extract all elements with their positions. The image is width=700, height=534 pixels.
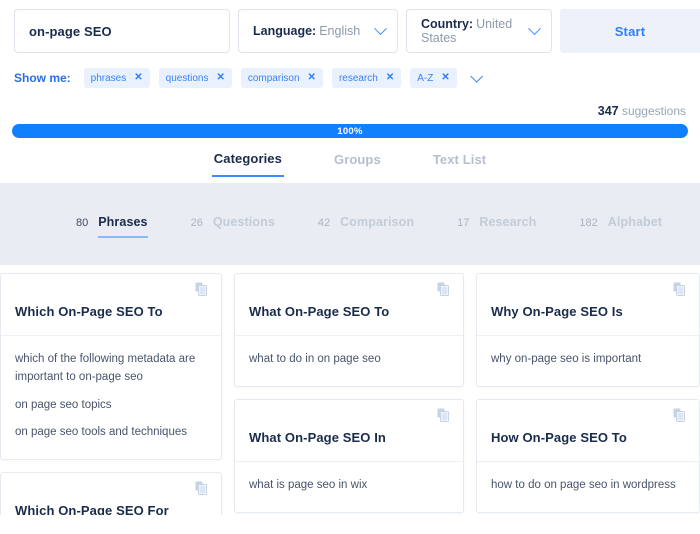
category-label: Phrases — [98, 214, 148, 229]
start-button[interactable]: Start — [560, 9, 700, 53]
country-label: Country: — [421, 17, 474, 31]
suggestion-phrase[interactable]: on page seo tools and techniques — [15, 419, 207, 447]
suggestion-card[interactable]: How On-Page SEO To how to do on page seo… — [476, 398, 700, 513]
suggestion-card-header: Which On-Page SEO For — [1, 473, 221, 515]
suggestion-card-title: Which On-Page SEO For — [15, 503, 169, 515]
results-column-1: Which On-Page SEO To which of the follow… — [0, 273, 222, 515]
suggestion-card[interactable]: What On-Page SEO To what to do in on pag… — [234, 273, 464, 387]
filter-tag-a-z[interactable]: A-Z ✕ — [410, 68, 457, 88]
suggestion-phrase[interactable]: how to do on page seo in wordpress — [491, 472, 685, 500]
suggestion-phrase[interactable]: on page seo topics — [15, 392, 207, 420]
suggestions-count: 347 suggestions — [0, 94, 700, 124]
category-label: Alphabet — [607, 214, 663, 229]
copy-icon[interactable] — [437, 282, 451, 296]
language-select-text: Language: English — [253, 24, 360, 38]
copy-icon[interactable] — [673, 282, 687, 296]
filter-tag-label: A-Z — [417, 72, 434, 84]
suggestion-card-header: Which On-Page SEO To — [1, 274, 221, 336]
suggestion-phrase[interactable]: which of the following metadata are impo… — [15, 346, 207, 392]
show-me-label: Show me: — [14, 71, 71, 85]
filter-row: Show me: phrases ✕ questions ✕ compariso… — [0, 62, 700, 94]
chevron-down-icon[interactable] — [469, 69, 483, 83]
suggestion-card-title: Why On-Page SEO Is — [491, 304, 623, 319]
category-count: 80 — [76, 216, 89, 229]
category-count: 182 — [579, 216, 598, 229]
view-tabs: Categories Groups Text List — [0, 138, 700, 183]
category-tabs: 80 Phrases 26 Questions 42 Comparison 17… — [0, 183, 700, 265]
suggestion-card-header: What On-Page SEO To — [235, 274, 463, 336]
suggestion-card[interactable]: Why On-Page SEO Is why on-page seo is im… — [476, 273, 700, 387]
language-value: English — [319, 24, 361, 38]
copy-icon[interactable] — [195, 282, 209, 296]
suggestion-card-body: which of the following metadata are impo… — [1, 336, 221, 459]
copy-icon[interactable] — [195, 481, 209, 496]
suggestion-card-title: What On-Page SEO To — [249, 304, 390, 319]
progress-bar-wrap: 100% — [0, 124, 700, 138]
chevron-down-icon — [374, 21, 387, 35]
suggestion-card-header: What On-Page SEO In — [235, 400, 463, 462]
language-label: Language: — [253, 24, 317, 38]
filter-tag-phrases[interactable]: phrases ✕ — [83, 68, 150, 88]
category-count: 26 — [190, 216, 203, 229]
filter-tag-research[interactable]: research ✕ — [331, 68, 402, 88]
filter-tag-label: questions — [165, 72, 209, 84]
category-count: 42 — [317, 216, 331, 229]
progress-bar: 100% — [12, 124, 688, 138]
filter-tag-label: research — [338, 72, 378, 84]
suggestion-phrase[interactable]: what is page seo in wix — [249, 472, 449, 500]
suggestion-card-title: What On-Page SEO In — [249, 429, 386, 445]
tab-categories[interactable]: Categories — [211, 145, 284, 177]
suggestions-count-label: suggestions — [621, 104, 686, 118]
suggestion-phrase[interactable]: why on-page seo is important — [491, 346, 685, 374]
suggestion-card-header: Why On-Page SEO Is — [477, 274, 699, 336]
category-label: Comparison — [340, 214, 415, 229]
close-icon[interactable]: ✕ — [216, 73, 224, 83]
progress-bar-label: 100% — [337, 125, 363, 137]
suggestion-card-body: what to do in on page seo — [235, 336, 463, 386]
country-select-text: Country: United States — [421, 17, 518, 45]
copy-icon[interactable] — [673, 408, 687, 422]
language-select[interactable]: Language: English — [238, 9, 398, 53]
category-label: Questions — [212, 214, 275, 229]
suggestion-card-title: How On-Page SEO To — [491, 429, 627, 445]
suggestion-phrase[interactable]: what to do in on page seo — [249, 346, 449, 374]
suggestion-card[interactable]: What On-Page SEO In what is page seo in … — [234, 398, 464, 513]
suggestion-card[interactable]: Which On-Page SEO To which of the follow… — [0, 273, 222, 461]
suggestion-card-title: Which On-Page SEO To — [15, 304, 163, 319]
results-grid: Which On-Page SEO To which of the follow… — [0, 265, 700, 515]
suggestions-count-value: 347 — [597, 104, 619, 118]
suggestion-card[interactable]: Which On-Page SEO For — [0, 472, 222, 515]
tab-groups[interactable]: Groups — [332, 146, 383, 176]
results-column-2: What On-Page SEO To what to do in on pag… — [234, 273, 464, 513]
category-count: 17 — [457, 216, 470, 229]
filter-tag-questions[interactable]: questions ✕ — [158, 68, 232, 88]
filter-tag-label: phrases — [90, 72, 127, 84]
close-icon[interactable]: ✕ — [134, 73, 142, 83]
category-label: Research — [479, 214, 537, 229]
chevron-down-icon — [528, 21, 541, 35]
results-column-3: Why On-Page SEO Is why on-page seo is im… — [476, 273, 700, 513]
close-icon[interactable]: ✕ — [441, 73, 449, 83]
category-tab-alphabet[interactable]: 182 Alphabet — [579, 215, 662, 234]
close-icon[interactable]: ✕ — [308, 73, 316, 83]
suggestion-card-header: How On-Page SEO To — [477, 400, 699, 462]
search-bar: on-page SEO Language: English Country: Uni… — [0, 0, 700, 62]
tab-text-list[interactable]: Text List — [431, 146, 488, 176]
filter-tag-label: comparison — [247, 72, 300, 84]
category-tab-comparison[interactable]: 42 Comparison — [318, 215, 414, 234]
suggestion-card-body: how to do on page seo in wordpress — [477, 462, 699, 512]
category-tab-research[interactable]: 17 Research — [457, 215, 536, 234]
keyword-input[interactable]: on-page SEO — [14, 9, 230, 53]
country-select[interactable]: Country: United States — [406, 9, 552, 53]
category-tab-questions[interactable]: 26 Questions — [191, 215, 275, 234]
suggestion-card-body: why on-page seo is important — [477, 336, 699, 386]
category-tab-phrases[interactable]: 80 Phrases — [76, 214, 148, 238]
copy-icon[interactable] — [437, 408, 451, 422]
filter-tag-comparison[interactable]: comparison ✕ — [240, 68, 323, 88]
keyword-input-value: on-page SEO — [29, 23, 112, 39]
suggestion-card-body: what is page seo in wix — [235, 462, 463, 512]
close-icon[interactable]: ✕ — [386, 73, 394, 83]
